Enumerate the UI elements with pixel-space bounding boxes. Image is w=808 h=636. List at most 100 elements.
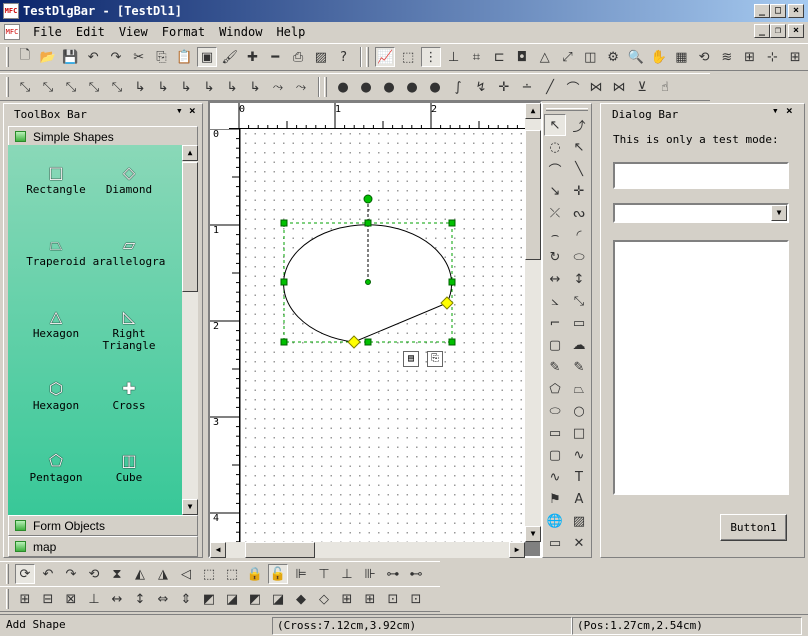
image-frame-icon[interactable]: ▦	[671, 47, 691, 67]
bring-front-icon[interactable]: ◩	[199, 589, 219, 609]
close-button[interactable]: ×	[788, 4, 804, 18]
options-icon[interactable]: ⊞	[785, 47, 805, 67]
text-art-icon[interactable]: A	[568, 488, 590, 510]
stretch-icon[interactable]: ⇕	[176, 589, 196, 609]
break-icon[interactable]: ⋈	[586, 77, 606, 97]
shape-properties-icon[interactable]: ⎘	[427, 351, 443, 367]
arc-icon[interactable]: ⌢	[544, 224, 566, 246]
align-left-icon[interactable]: ⊫	[291, 564, 311, 584]
line-icon[interactable]: ╱	[540, 77, 560, 97]
measure-2-icon[interactable]: ⤡	[568, 290, 590, 312]
hand-tool-icon[interactable]: ☝	[655, 77, 675, 97]
new-icon[interactable]: 🗋	[15, 47, 35, 67]
rotate-icon[interactable]: ⟲	[694, 47, 714, 67]
color-line-icon[interactable]: ◇	[314, 589, 334, 609]
align-icon[interactable]: ⊏	[489, 47, 509, 67]
curve-icon[interactable]: ⌒	[563, 77, 583, 97]
node-icon[interactable]: ⊻	[632, 77, 652, 97]
elbow-link-icon[interactable]: ↳	[130, 77, 150, 97]
paste-icon[interactable]: 📋	[174, 47, 194, 67]
align-top-icon[interactable]: ⊤	[314, 564, 334, 584]
mdi-restore-button[interactable]: ❐	[770, 24, 786, 38]
space-v-icon[interactable]: ⊠	[61, 589, 81, 609]
ellipse-tool-icon[interactable]: ⬭	[544, 400, 566, 422]
flip-h-icon[interactable]: ◭	[130, 564, 150, 584]
shape-hexagon[interactable]: ⬡ Hexagon	[16, 378, 96, 412]
center-v-icon[interactable]: ⊷	[406, 564, 426, 584]
dialog-edit-field[interactable]	[613, 162, 789, 189]
dimension-v-icon[interactable]: ↕	[568, 268, 590, 290]
same-width-icon[interactable]: ↔	[107, 589, 127, 609]
zoom-in-icon[interactable]: ✚	[243, 47, 263, 67]
maximize-button[interactable]: □	[770, 4, 786, 18]
polygon-tool-icon[interactable]: ⬠	[544, 378, 566, 400]
callout-2-icon[interactable]: ▢	[544, 334, 566, 356]
print-icon[interactable]: ⎙	[288, 47, 308, 67]
help-icon[interactable]: ?	[334, 47, 354, 67]
arrange-3-icon[interactable]: ⊡	[383, 589, 403, 609]
node-select-icon[interactable]: ↖	[568, 136, 590, 158]
copy-icon[interactable]: ⎘	[152, 47, 172, 67]
toolbox-close-icon[interactable]: ×	[189, 104, 196, 117]
redo-icon[interactable]: ↷	[106, 47, 126, 67]
window-icon[interactable]: ▣	[197, 47, 217, 67]
minimize-button[interactable]: _	[754, 4, 770, 18]
wave-icon[interactable]: ∿	[544, 466, 566, 488]
freehand-icon[interactable]: ᔓ	[568, 202, 590, 224]
dialog-pin-icon[interactable]: ▾	[772, 104, 779, 117]
elbow-link-2-icon[interactable]: ↳	[153, 77, 173, 97]
button1[interactable]: Button1	[720, 514, 787, 541]
square-tool-icon[interactable]: □	[568, 422, 590, 444]
polyline-icon[interactable]: ⤫	[544, 202, 566, 224]
red-curve-icon[interactable]: ∫	[448, 77, 468, 97]
zoom-out-icon[interactable]: ━	[265, 47, 285, 67]
elbow-link-4-icon[interactable]: ↳	[199, 77, 219, 97]
union-icon[interactable]: ●	[333, 77, 353, 97]
exclude-icon[interactable]: ●	[425, 77, 445, 97]
plus-tool-icon[interactable]: ✛	[568, 180, 590, 202]
shape-pentagon[interactable]: ⬠ Pentagon	[16, 450, 96, 484]
scale-icon[interactable]: ⤢	[558, 47, 578, 67]
chevron-down-icon[interactable]: ▼	[771, 205, 787, 221]
green-link-icon[interactable]: ⤳	[291, 77, 311, 97]
send-backward-icon[interactable]: ◪	[268, 589, 288, 609]
rectangle-tool-icon[interactable]: ▭	[544, 422, 566, 444]
shape-diamond[interactable]: ◇ Diamond	[89, 162, 169, 196]
layers-icon[interactable]: ≋	[717, 47, 737, 67]
selected-shape[interactable]	[241, 129, 525, 542]
unlock-icon[interactable]: 🔓	[268, 564, 288, 584]
menu-help[interactable]: Help	[269, 25, 312, 39]
rotate-handle[interactable]	[363, 194, 373, 204]
subtract-icon[interactable]: ●	[402, 77, 422, 97]
remove-point-icon[interactable]: ∸	[517, 77, 537, 97]
undo-icon[interactable]: ↶	[83, 47, 103, 67]
red-square-icon[interactable]: ◘	[512, 47, 532, 67]
x-icon[interactable]: ✕	[568, 532, 590, 554]
dimension-h-icon[interactable]: ↔	[544, 268, 566, 290]
circle-tool-icon[interactable]: ○	[568, 400, 590, 422]
frame-icon[interactable]: ◫	[580, 47, 600, 67]
align-right-icon[interactable]: ⊪	[360, 564, 380, 584]
mdi-close-button[interactable]: ×	[788, 24, 804, 38]
scroll-down-icon[interactable]: ▼	[182, 499, 198, 515]
image-icon[interactable]: ▨	[311, 47, 331, 67]
join-icon[interactable]: ⋈	[609, 77, 629, 97]
category-map[interactable]: map	[8, 536, 198, 557]
magnifier-icon[interactable]: 🔍	[626, 47, 646, 67]
polygon-2-icon[interactable]: ⏢	[568, 378, 590, 400]
line-tool-icon[interactable]: ╲	[568, 158, 590, 180]
scroll-thumb[interactable]	[245, 542, 315, 558]
center-handle[interactable]	[365, 279, 371, 285]
shape-rectangle[interactable]: □ Rectangle	[16, 162, 96, 196]
curve-link-icon[interactable]: ⤳	[268, 77, 288, 97]
arrange-4-icon[interactable]: ⊡	[406, 589, 426, 609]
stretch-h-icon[interactable]: ⇔	[153, 589, 173, 609]
scroll-thumb[interactable]	[525, 130, 541, 260]
scroll-thumb[interactable]	[182, 162, 198, 292]
elbow-link-3-icon[interactable]: ↳	[176, 77, 196, 97]
cloud-icon[interactable]: ☁	[568, 334, 590, 356]
color-fill-icon[interactable]: ◆	[291, 589, 311, 609]
dialog-combo-box[interactable]: ▼	[613, 203, 789, 223]
line-link-icon[interactable]: ⤡	[15, 77, 35, 97]
flip-v-icon[interactable]: ◮	[153, 564, 173, 584]
